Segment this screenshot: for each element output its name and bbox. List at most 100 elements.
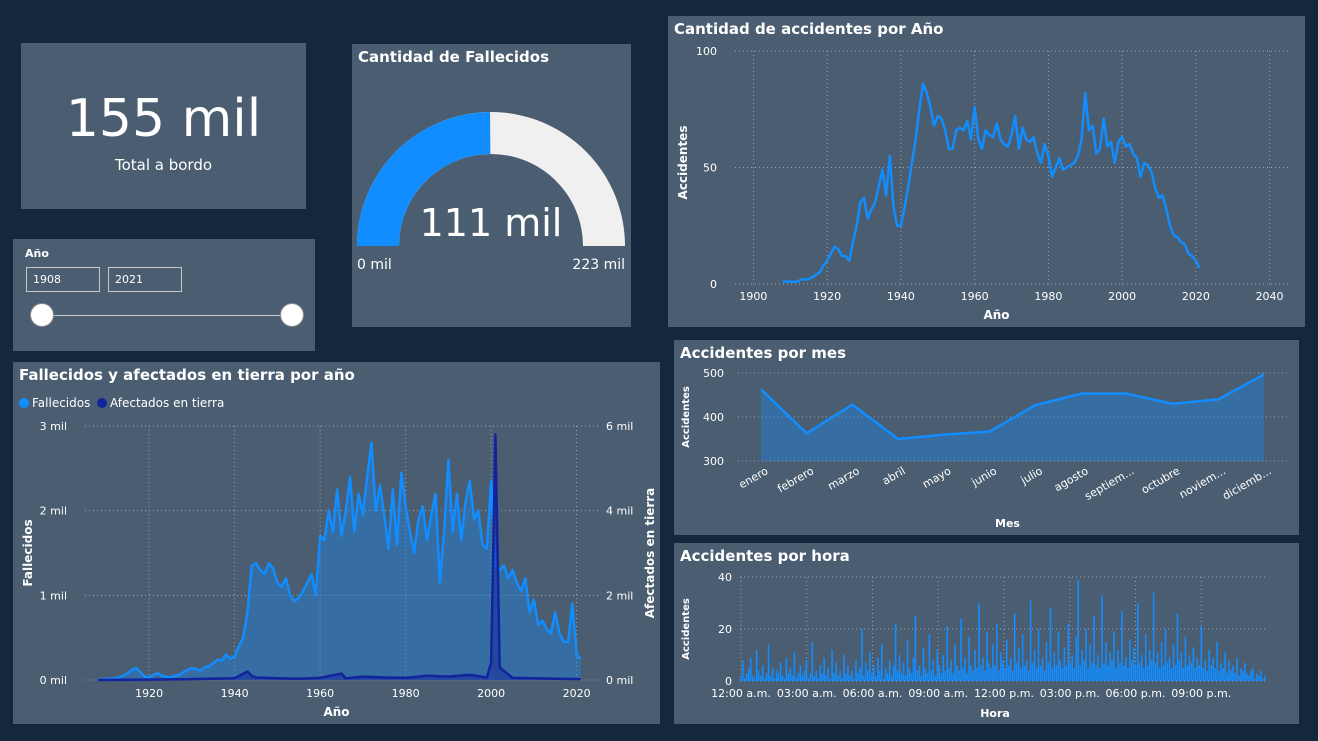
hour-bar: [1005, 639, 1008, 681]
hour-bar: [1262, 678, 1264, 681]
x-tick-label: 1960: [961, 290, 989, 303]
kpi-card: 155 mil Total a bordo: [21, 43, 306, 209]
hour-bar: [869, 652, 871, 681]
x-tick-label: diciemb...: [1220, 464, 1273, 502]
y-tick-label: 2 mil: [40, 505, 67, 518]
hour-bar: [1160, 642, 1163, 681]
hour-bar: [1097, 655, 1099, 681]
slider-handle-min[interactable]: [30, 303, 54, 327]
hour-bar: [1252, 668, 1254, 681]
hour-bar: [1260, 670, 1262, 681]
x-tick-label: 2020: [563, 687, 591, 700]
x-tick-label: 1920: [813, 290, 841, 303]
x-tick-label: 12:00 a.m.: [711, 687, 771, 700]
x-tick-label: 1900: [739, 290, 767, 303]
hour-bar: [1023, 665, 1026, 681]
y-right-tick-label: 2 mil: [606, 589, 633, 602]
hour-bar: [956, 665, 958, 681]
hour-bar: [843, 655, 845, 681]
hour-bar: [749, 657, 752, 681]
hour-bar: [1188, 655, 1191, 681]
x-tick-label: noviem...: [1177, 464, 1228, 501]
slicer-to-input[interactable]: 2021: [108, 267, 182, 292]
hour-bar: [1025, 660, 1028, 681]
accidents-by-month-chart: 300 400 500 enero febrero marzo abril mayo junio…: [681, 367, 1287, 530]
x-axis-title: Mes: [995, 517, 1020, 530]
hour-bar: [952, 673, 954, 681]
hour-bar: [1083, 660, 1085, 681]
hour-bar: [1011, 670, 1014, 681]
hour-bar: [974, 649, 976, 681]
hour-bar: [1264, 675, 1266, 681]
hour-bar: [1071, 655, 1074, 681]
hour-bar: [908, 668, 911, 681]
y-right-tick-label: 6 mil: [606, 420, 633, 433]
hour-bar: [1065, 665, 1068, 681]
hour-bar: [888, 660, 891, 681]
hour-bar: [745, 673, 748, 681]
hour-bar: [1210, 665, 1213, 681]
hour-bar: [894, 623, 897, 681]
hour-bar: [1218, 670, 1220, 681]
hour-bar: [1031, 662, 1034, 681]
hour-bar: [839, 670, 841, 681]
hour-bar: [821, 673, 823, 681]
hour-bar: [940, 673, 943, 681]
x-tick-label: 09:00 a.m.: [908, 687, 968, 700]
hour-bar: [859, 668, 861, 681]
accidents-by-year-chart: 0 50 100 1900 1920 1940 1960 1980 2000 2020 2040 Añ…: [676, 45, 1288, 322]
hour-bar: [910, 673, 913, 681]
hour-bar: [1196, 657, 1199, 681]
hour-bar: [930, 670, 933, 681]
hour-bar: [1002, 660, 1004, 681]
slicer-from-input[interactable]: 1908: [26, 267, 100, 292]
hour-bar: [805, 660, 808, 681]
hour-bar: [1131, 660, 1133, 681]
gauge-svg: 111 mil 0 mil 223 mil: [357, 112, 625, 273]
hour-bar: [994, 665, 996, 681]
hour-bar: [1045, 642, 1048, 681]
hour-bar: [1107, 665, 1109, 681]
hour-bar: [948, 668, 951, 681]
hour-bar: [1186, 665, 1189, 681]
slider-track[interactable]: [41, 315, 291, 316]
hour-bar: [1242, 670, 1244, 681]
hour-bar: [741, 660, 744, 681]
x-axis-title: Hora: [980, 707, 1010, 720]
hour-bar: [761, 665, 764, 681]
hour-bar: [871, 673, 873, 681]
hour-bar: [1095, 665, 1097, 681]
hour-bar: [1047, 662, 1050, 681]
y-axis-title: Accidentes: [676, 126, 690, 200]
hour-bar: [1192, 647, 1195, 681]
gauge-min-label: 0 mil: [357, 257, 392, 273]
hour-bar: [857, 673, 859, 681]
hour-bar: [934, 675, 937, 681]
hour-bar: [1089, 644, 1091, 681]
hour-bar: [1013, 613, 1016, 681]
hour-bar: [982, 657, 984, 681]
deaths-ground-chart: Fallecidos Afectados en tierra 0 mil 1 mil 2…: [19, 396, 657, 719]
slider-handle-max[interactable]: [280, 303, 304, 327]
hour-bar: [835, 662, 837, 681]
hour-bar: [886, 673, 889, 681]
hour-bar: [845, 673, 847, 681]
hour-bar: [1244, 662, 1246, 681]
hour-bar: [1091, 662, 1093, 681]
x-tick-label: 2000: [477, 687, 505, 700]
hour-bar: [916, 670, 919, 681]
x-tick-label: 2040: [1256, 290, 1284, 303]
x-tick-label: 03:00 p.m.: [1040, 687, 1100, 700]
hour-bar: [1117, 649, 1119, 681]
y-tick-label: 500: [703, 367, 724, 380]
hour-bar: [1178, 660, 1181, 681]
series-area-fallecidos: [97, 442, 581, 680]
y-right-tick-label: 4 mil: [606, 505, 633, 518]
hour-bar: [1021, 634, 1024, 681]
hour-bar: [1162, 665, 1165, 681]
hour-bar: [1103, 662, 1105, 681]
hour-bar: [847, 665, 849, 681]
hour-bar: [1144, 634, 1147, 681]
hour-bar: [849, 675, 851, 681]
hour-bar: [1125, 657, 1127, 681]
